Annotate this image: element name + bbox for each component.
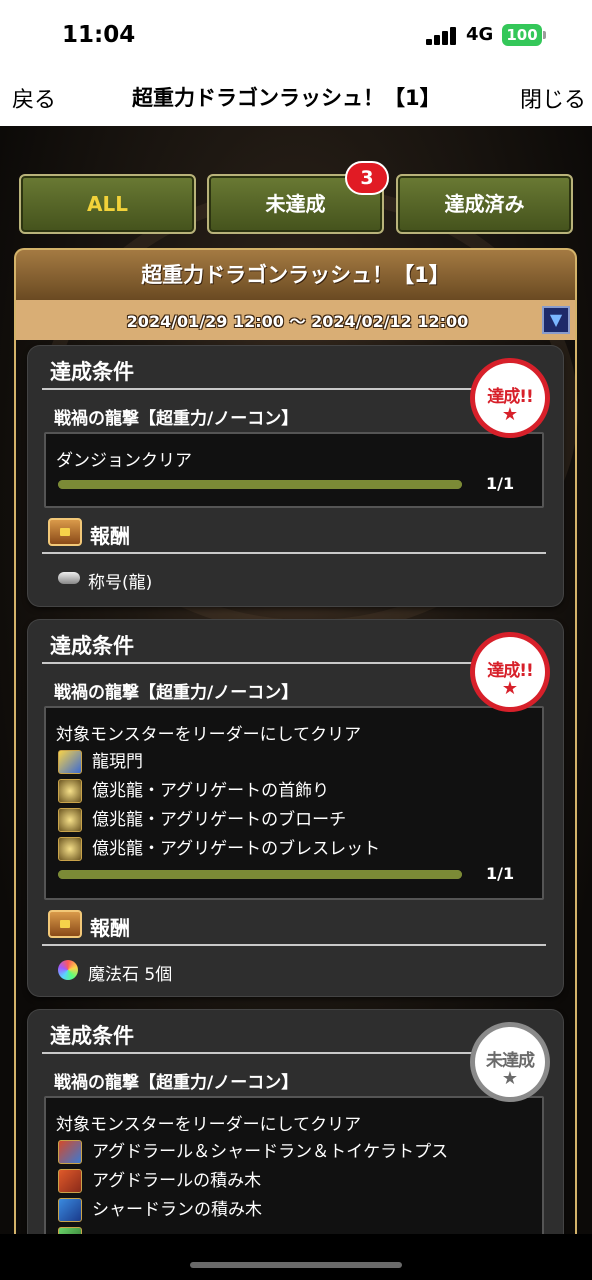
battery-tip [543,31,546,39]
event-header: 超重力ドラゴンラッシュ！【1】 [14,248,577,300]
mission-card: 達成条件 戦禍の龍撃【超重力/ノーコン】 対象モンスターをリーダーにしてクリア … [28,1010,563,1234]
page-title: 超重力ドラゴンラッシュ！【1】 [132,86,441,110]
back-button[interactable]: 戻る [12,82,56,114]
reward-heading: 報酬 [90,524,130,548]
monster-name: 億兆龍・アグリゲートのブローチ [92,810,347,830]
condition-heading: 達成条件 [50,360,134,384]
condition-box: 対象モンスターをリーダーにしてクリア 龍現門 億兆龍・アグリゲートの首飾り 億兆… [44,706,544,900]
mission-subtitle: 戦禍の龍撃【超重力/ノーコン】 [54,1073,299,1093]
monster-icon [58,1140,82,1164]
achieved-stamp-icon: 達成!! ★ [470,632,550,712]
condition-box: ダンジョンクリア 1/1 [44,432,544,508]
treasure-chest-icon [48,518,82,546]
mission-card: 達成条件 戦禍の龍撃【超重力/ノーコン】 ダンジョンクリア 1/1 報酬 称号(… [28,346,563,606]
event-title: 超重力ドラゴンラッシュ！【1】 [141,263,450,287]
progress-text: 1/1 [486,474,515,493]
progress-bar [58,870,462,879]
title-badge-icon [58,572,80,584]
clock: 11:04 [62,22,136,48]
achieved-stamp-icon: 達成!! ★ [470,358,550,438]
star-icon: ★ [501,404,519,425]
monster-icon [58,837,82,861]
monster-name: アグドラール＆シャードラン＆トイケラトプス [92,1142,449,1162]
reward-text: 魔法石 5個 [88,965,173,985]
tab-completed[interactable]: 達成済み [396,174,573,234]
nav-bar: 戻る 超重力ドラゴンラッシュ！【1】 閉じる [0,70,592,126]
condition-text: ダンジョンクリア [56,451,192,471]
treasure-chest-icon [48,910,82,938]
monster-icon [58,1198,82,1222]
mission-subtitle: 戦禍の龍撃【超重力/ノーコン】 [54,409,299,429]
battery-icon: 100 [502,24,542,46]
condition-box: 対象モンスターをリーダーにしてクリア アグドラール＆シャードラン＆トイケラトプス… [44,1096,544,1234]
star-icon: ★ [501,678,519,699]
monster-name: アグドラールの積み木 [92,1171,262,1191]
close-button[interactable]: 閉じる [520,82,586,114]
mission-subtitle: 戦禍の龍撃【超重力/ノーコン】 [54,683,299,703]
incomplete-count-badge: 3 [345,161,389,195]
signal-icon [426,27,458,45]
star-icon: ★ [501,1068,519,1089]
reward-text: 称号(龍) [88,573,153,593]
monster-icon [58,750,82,774]
home-indicator[interactable] [190,1262,402,1268]
monster-name: 億兆龍・アグリゲートの首飾り [92,781,330,801]
divider [42,944,546,946]
monster-name: 龍現門 [92,752,143,772]
incomplete-stamp-icon: 未達成 ★ [470,1022,550,1102]
content-area: ALL 未達成 達成済み 3 超重力ドラゴンラッシュ！【1】 2024/01/2… [0,126,592,1234]
progress-text: 1/1 [486,864,515,883]
event-period-row: 2024/01/29 12:00 〜 2024/02/12 12:00 ▼ [14,300,577,340]
condition-text: 対象モンスターをリーダーにしてクリア [56,1115,362,1135]
bottom-bar [0,1234,592,1280]
progress-fill [58,870,462,879]
monster-icon [58,808,82,832]
progress-fill [58,480,462,489]
monster-name: 億兆龍・アグリゲートのブレスレット [92,839,381,859]
magic-stone-icon [58,960,78,980]
progress-bar [58,480,462,489]
monster-icon [58,1169,82,1193]
tab-all[interactable]: ALL [19,174,196,234]
monster-icon [58,779,82,803]
condition-heading: 達成条件 [50,1024,134,1048]
divider [42,552,546,554]
mission-card: 達成条件 戦禍の龍撃【超重力/ノーコン】 対象モンスターをリーダーにしてクリア … [28,620,563,996]
event-period: 2024/01/29 12:00 〜 2024/02/12 12:00 [126,312,469,331]
dropdown-button[interactable]: ▼ [542,306,570,334]
network-type: 4G [466,24,494,45]
monster-name: シャードランの積み木 [92,1200,262,1220]
condition-text: 対象モンスターをリーダーにしてクリア [56,725,362,745]
status-bar: 11:04 4G 100 [0,0,592,70]
reward-heading: 報酬 [90,916,130,940]
condition-heading: 達成条件 [50,634,134,658]
monster-icon [58,1227,82,1234]
